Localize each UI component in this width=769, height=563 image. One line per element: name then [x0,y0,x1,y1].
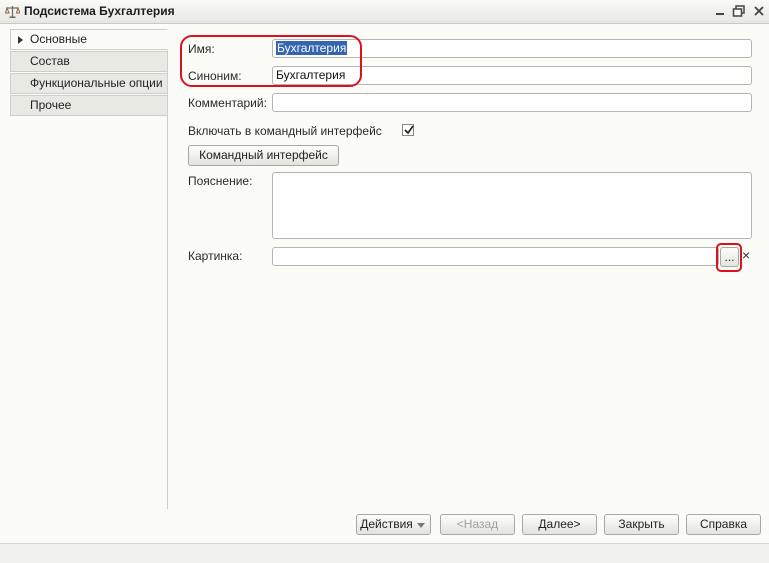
tab-label: Прочее [30,98,72,112]
tab-other[interactable]: Прочее [10,95,167,116]
subsystem-window: Подсистема Бухгалтерия Основные Состав Ф… [0,0,769,543]
close-button[interactable]: Закрыть [604,514,679,535]
name-value: Бухгалтерия [276,41,348,55]
restore-icon[interactable] [730,2,748,20]
dropdown-arrow-icon [417,523,425,528]
synonym-label: Синоним: [188,69,242,83]
tab-functional-options[interactable]: Функциональные опции [10,73,167,94]
title-bar: Подсистема Бухгалтерия [0,0,769,24]
tab-composition[interactable]: Состав [10,51,167,72]
tab-label: Основные [30,32,87,46]
back-button[interactable]: <Назад [440,514,515,535]
actions-button[interactable]: Действия [356,514,431,535]
include-command-interface-label: Включать в командный интерфейс [188,124,382,138]
tab-sidebar: Основные Состав Функциональные опции Про… [10,29,168,509]
tab-main[interactable]: Основные [10,29,168,50]
explanation-field[interactable] [272,172,752,239]
picture-clear-icon[interactable]: × [742,247,750,263]
picture-label: Картинка: [188,249,243,263]
status-divider [0,543,769,544]
next-button[interactable]: Далее> [522,514,597,535]
tab-label: Состав [30,54,70,68]
help-button[interactable]: Справка [686,514,761,535]
picture-select-button[interactable]: ... [720,247,739,267]
name-label: Имя: [188,42,215,56]
minimize-icon[interactable] [711,2,729,20]
command-interface-button[interactable]: Командный интерфейс [188,145,339,166]
tab-label: Функциональные опции [30,76,163,90]
actions-label: Действия [360,517,413,531]
picture-field[interactable] [272,247,719,266]
synonym-field[interactable]: Бухгалтерия [272,66,752,85]
explanation-label: Пояснение: [188,174,253,188]
current-tab-arrow-icon [18,36,23,44]
synonym-value: Бухгалтерия [276,68,346,82]
include-command-interface-checkbox[interactable] [402,124,414,136]
name-field[interactable]: Бухгалтерия [272,39,752,58]
subsystem-icon [5,6,20,18]
comment-label: Комментарий: [188,96,267,110]
checkmark-icon [404,125,414,135]
comment-field[interactable] [272,93,752,112]
close-icon[interactable] [750,2,768,20]
window-title: Подсистема Бухгалтерия [24,4,175,18]
